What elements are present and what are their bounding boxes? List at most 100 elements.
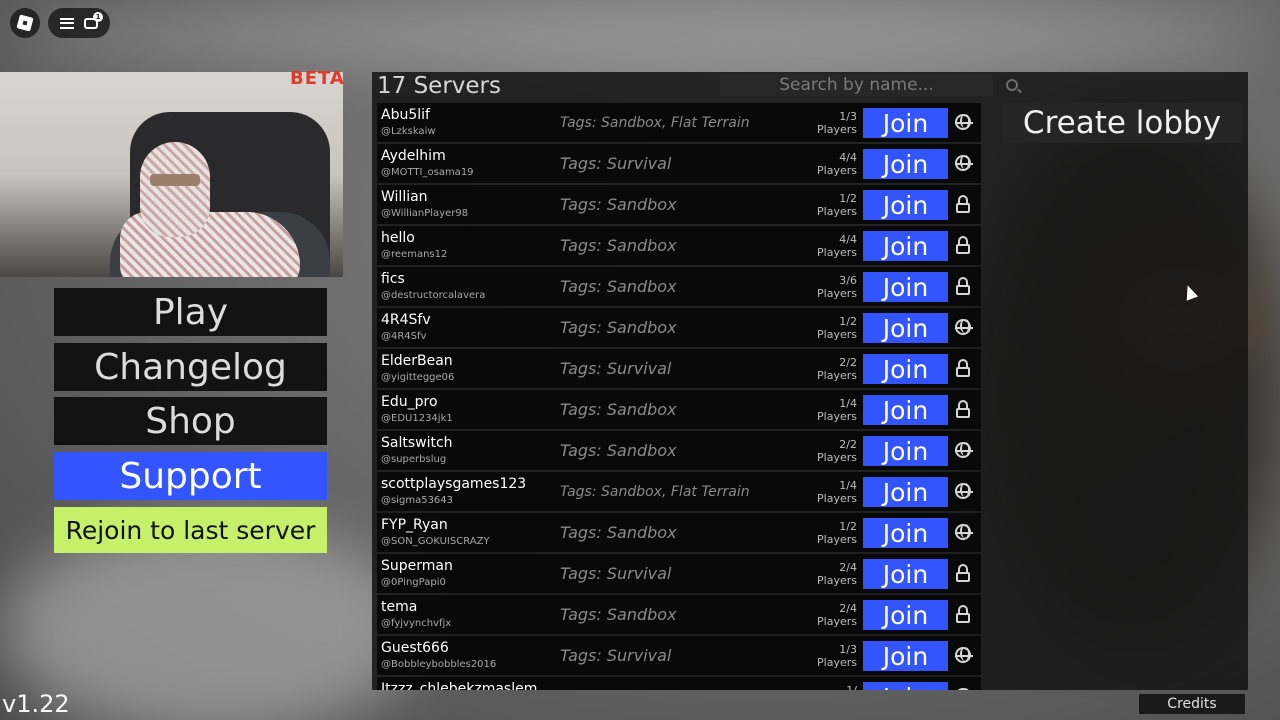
player-count: 1/Players	[817, 684, 857, 690]
globe-icon	[954, 113, 973, 131]
player-count-value: 2/4	[839, 561, 857, 574]
server-host-name: scottplaysgames123	[381, 476, 527, 492]
lock-icon	[954, 359, 972, 377]
server-host-handle: @SON_GOKUISCRAZY	[381, 536, 490, 547]
globe-icon	[954, 482, 973, 500]
server-row: hello @reemans12 Tags: Sandbox 4/4 Players Jo…	[377, 226, 981, 265]
join-button[interactable]: Join	[863, 354, 948, 384]
player-count-value: 1/3	[839, 643, 857, 656]
players-label: Players	[817, 123, 857, 136]
server-host-name: Itzzz_chlebekzmaslem	[381, 681, 538, 690]
join-button[interactable]: Join	[863, 477, 948, 507]
player-count: 1/2 Players	[817, 192, 857, 218]
player-count: 4/4 Players	[817, 151, 857, 177]
join-button[interactable]: Join	[863, 641, 948, 671]
server-host-name: Saltswitch	[381, 435, 453, 451]
join-button[interactable]: Join	[863, 518, 948, 548]
create-lobby-button[interactable]: Create lobby	[1002, 103, 1242, 143]
server-host-name: Aydelhim	[381, 148, 446, 164]
server-row: tema @fyjvynchvfjx Tags: Sandbox 2/4 Players…	[377, 595, 981, 634]
changelog-button[interactable]: Changelog	[54, 343, 327, 391]
server-host-handle: @WillianPlayer98	[381, 208, 469, 219]
server-host-handle: @sigma53643	[381, 495, 454, 506]
hamburger-icon[interactable]	[60, 17, 74, 29]
server-host-handle: @reemans12	[381, 249, 448, 260]
players-label: Players	[817, 369, 857, 382]
server-tags: Tags: Sandbox	[560, 236, 677, 255]
player-count: 1/4 Players	[817, 479, 857, 505]
server-host-handle: @4R4Sfv	[381, 331, 427, 342]
server-row: FYP_Ryan @SON_GOKUISCRAZY Tags: Sandbox 1/2…	[377, 513, 981, 552]
chat-icon[interactable]: 1	[84, 11, 103, 29]
join-button[interactable]: Join	[863, 149, 948, 179]
join-button[interactable]: Join	[863, 190, 948, 220]
server-host-name: Abu5lif	[381, 107, 430, 123]
join-button[interactable]: Join	[863, 108, 948, 138]
lock-icon	[954, 605, 972, 623]
rejoin-last-server-button[interactable]: Rejoin to last server	[54, 507, 327, 553]
server-row: Saltswitch @superbslug Tags: Sandbox 2/2 Pla…	[377, 431, 981, 470]
player-count-value: 1/2	[839, 315, 857, 328]
join-button[interactable]: Join	[863, 395, 948, 425]
server-tags: Tags: Sandbox, Flat Terrain	[560, 115, 750, 131]
beta-label: BETA	[290, 68, 345, 89]
server-host-name: tema	[381, 599, 418, 615]
version-label: v1.22	[2, 690, 70, 718]
server-host-name: FYP_Ryan	[381, 517, 448, 533]
player-count: 1/2 Players	[817, 315, 857, 341]
play-button[interactable]: Play	[54, 288, 327, 336]
player-count: 2/4 Players	[817, 561, 857, 587]
server-host-handle: @Lzkskaiw	[381, 126, 436, 137]
search-input[interactable]	[720, 74, 993, 96]
server-tags: Tags: Sandbox	[560, 277, 677, 296]
players-label: Players	[817, 451, 857, 464]
join-button[interactable]: Join	[863, 231, 948, 261]
server-count-title: 17 Servers	[377, 73, 501, 99]
roblox-logo-icon	[16, 14, 34, 32]
server-host-handle: @EDU1234jk1	[381, 413, 453, 424]
join-button[interactable]: Join	[863, 272, 948, 302]
player-count: 2/2 Players	[817, 438, 857, 464]
player-count-value: 1/2	[839, 192, 857, 205]
webcam-overlay	[0, 72, 343, 277]
background-sky	[0, 0, 1280, 70]
globe-icon	[954, 687, 972, 690]
server-list[interactable]: Abu5lif @Lzkskaiw Tags: Sandbox, Flat Terr…	[377, 103, 981, 690]
join-button[interactable]: Join	[863, 600, 948, 630]
join-button[interactable]: Join	[863, 436, 948, 466]
players-label: Players	[817, 205, 857, 218]
roblox-toolbar[interactable]: 1	[48, 8, 110, 38]
player-count-value: 1/4	[839, 397, 857, 410]
server-row: 4R4Sfv @4R4Sfv Tags: Sandbox 1/2 Players Join	[377, 308, 981, 347]
player-count: 1/3 Players	[817, 643, 857, 669]
lock-icon	[954, 236, 972, 254]
join-button[interactable]: Join	[863, 313, 948, 343]
lock-icon	[954, 277, 972, 295]
server-host-name: Willian	[381, 189, 428, 205]
globe-icon	[954, 441, 973, 459]
join-button[interactable]: Join	[863, 559, 948, 589]
server-tags: Tags: Sandbox	[560, 605, 677, 624]
server-tags: Tags: Survival	[560, 646, 672, 665]
server-host-handle: @yigittegge06	[381, 372, 455, 383]
server-tags: Tags: Sandbox	[560, 195, 677, 214]
server-row: Guest666 @Bobbleybobbles2016 Tags: Surviva…	[377, 636, 981, 675]
server-host-name: Edu_pro	[381, 394, 438, 410]
lock-icon	[954, 564, 972, 582]
players-label: Players	[817, 533, 857, 546]
server-host-handle: @destructorcalavera	[381, 290, 486, 301]
credits-button[interactable]: Credits	[1139, 694, 1245, 714]
server-row: scottplaysgames123 @sigma53643 Tags: Sandb…	[377, 472, 981, 511]
player-count: 4/4 Players	[817, 233, 857, 259]
player-count: 2/4 Players	[817, 602, 857, 628]
players-label: Players	[817, 615, 857, 628]
support-button[interactable]: Support	[54, 452, 327, 500]
globe-icon	[954, 523, 973, 541]
search-icon[interactable]	[1006, 79, 1018, 91]
server-row: Superman @0PingPapi0 Tags: Survival 2/4 Play…	[377, 554, 981, 593]
server-tags: Tags: Sandbox, Flat Terrain	[560, 484, 750, 500]
server-row: fics @destructorcalavera Tags: Sandbox 3/6 P…	[377, 267, 981, 306]
join-button[interactable]: Join	[863, 682, 948, 690]
shop-button[interactable]: Shop	[54, 397, 327, 445]
roblox-menu-button[interactable]	[10, 8, 40, 38]
